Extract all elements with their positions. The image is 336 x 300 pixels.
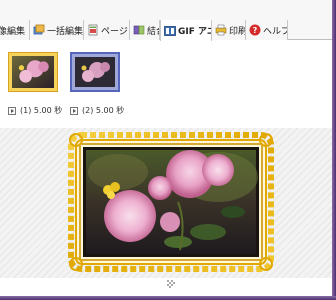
tab-batch-edit[interactable]: 一括編集 xyxy=(30,20,84,40)
frame-caption-2: (2) 5.00 秒 xyxy=(70,105,124,116)
frame-caption-1: (1) 5.00 秒 xyxy=(8,105,62,116)
tab-label: 像編集 xyxy=(0,26,26,37)
tab-image-edit[interactable]: 像編集 xyxy=(0,20,30,40)
print-icon xyxy=(215,24,227,36)
frame-duration: (2) 5.00 秒 xyxy=(82,106,125,115)
ornate-gold-frame xyxy=(68,132,274,272)
window-border-right xyxy=(332,0,336,300)
frame-list: (1) 5.00 秒 (2) 5.00 秒 xyxy=(0,41,332,121)
tab-page[interactable]: ページ xyxy=(84,20,130,40)
svg-text:?: ? xyxy=(253,26,258,35)
tab-label: 印刷 xyxy=(229,26,246,37)
frame-thumbnail-1[interactable] xyxy=(8,52,58,92)
gif-animation-icon xyxy=(164,25,176,36)
tab-label: GIF アニメ xyxy=(178,27,211,37)
tab-label: ヘルプ xyxy=(263,26,288,37)
tab-label: 結合 xyxy=(147,26,159,37)
tab-help[interactable]: ? ヘルプ xyxy=(246,20,288,40)
frame-duration: (1) 5.00 秒 xyxy=(20,106,63,115)
play-icon[interactable] xyxy=(8,106,16,115)
rose-photo-thumbnail xyxy=(75,57,115,87)
rose-photo-thumbnail xyxy=(12,56,54,88)
help-icon: ? xyxy=(249,24,261,36)
tab-print[interactable]: 印刷 xyxy=(212,20,246,40)
tab-bar: 像編集 一括編集 ページ 結合 xyxy=(0,20,332,41)
resize-grip-icon[interactable] xyxy=(166,279,176,289)
window-border-bottom xyxy=(0,296,336,300)
frame-thumbnail-2[interactable] xyxy=(70,52,120,92)
merge-icon xyxy=(133,25,145,35)
tab-strip: 像編集 一括編集 ページ 結合 xyxy=(0,0,332,41)
preview-area xyxy=(0,128,332,278)
tab-label: ページ xyxy=(101,26,128,37)
play-icon[interactable] xyxy=(70,106,78,115)
page-icon xyxy=(88,24,98,36)
batch-edit-icon xyxy=(33,24,45,35)
tab-merge[interactable]: 結合 xyxy=(130,20,160,40)
tab-label: 一括編集 xyxy=(47,26,84,37)
tab-gif-animation[interactable]: GIF アニメ xyxy=(160,20,212,41)
